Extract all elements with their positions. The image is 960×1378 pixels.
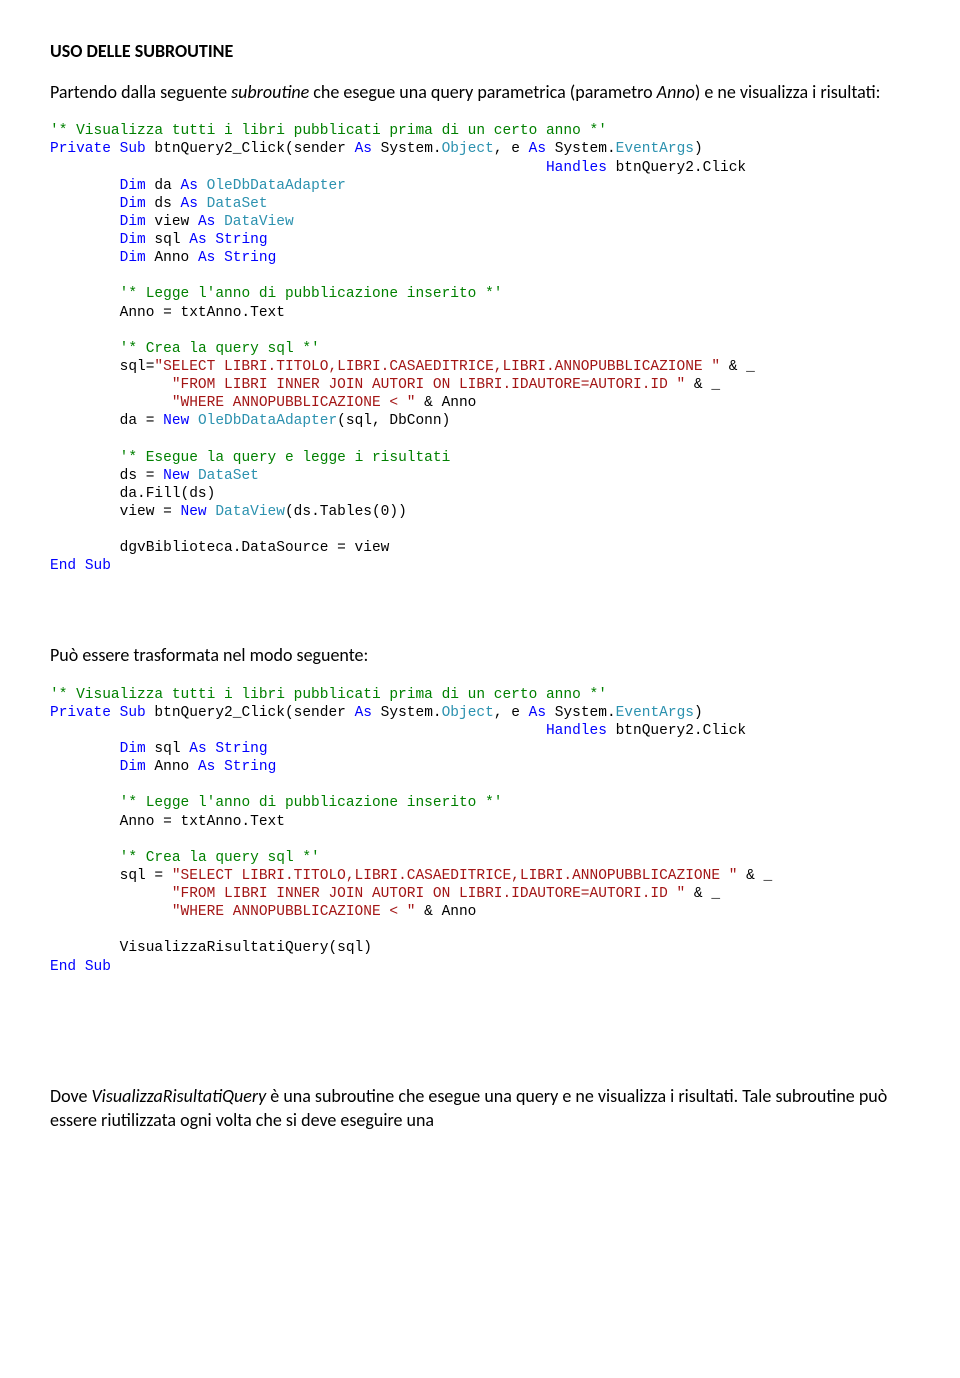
mid-paragraph: Può essere trasformata nel modo seguente… [50, 643, 910, 667]
code-block-1: '* Visualizza tutti i libri pubblicati p… [50, 122, 910, 575]
page-heading: USO DELLE SUBROUTINE [50, 40, 910, 62]
italic-word-subroutine: subroutine [231, 81, 309, 103]
intro-paragraph: Partendo dalla seguente subroutine che e… [50, 80, 910, 104]
italic-word-anno: Anno [657, 81, 695, 103]
italic-word-subname: VisualizzaRisultatiQuery [91, 1085, 266, 1107]
outro-paragraph: Dove VisualizzaRisultatiQuery è una subr… [50, 1084, 910, 1133]
code-block-2: '* Visualizza tutti i libri pubblicati p… [50, 686, 910, 976]
